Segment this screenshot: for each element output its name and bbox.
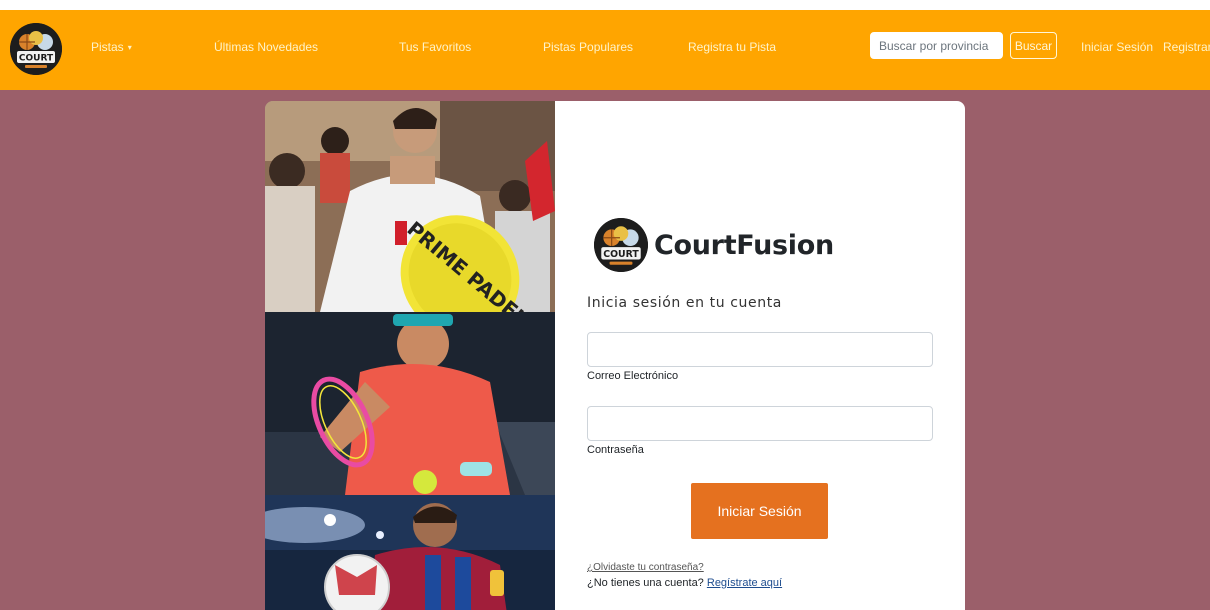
login-submit-button[interactable]: Iniciar Sesión — [691, 483, 828, 539]
nav-item-pistas-label: Pistas — [91, 40, 124, 54]
nav-register-link[interactable]: Registrarse — [1163, 40, 1210, 54]
photo-football-player — [265, 495, 555, 610]
nav-logo-text: COURT — [19, 54, 54, 64]
search-input[interactable] — [870, 32, 1003, 59]
caret-down-icon: ▾ — [127, 43, 132, 53]
forgot-password-link[interactable]: ¿Olvidaste tu contraseña? — [587, 562, 704, 573]
brand-name: CourtFusion — [654, 229, 834, 261]
brand: COURT CourtFusion — [594, 218, 834, 272]
nav-item-pistas-populares[interactable]: Pistas Populares — [543, 40, 633, 54]
photo-padel-player: PRIME PADEL — [265, 101, 555, 312]
top-navbar: COURT Pistas ▾ Últimas Novedades Tus Favo… — [0, 10, 1210, 90]
court-logo-icon: COURT — [594, 218, 648, 272]
login-card: PRIME PADEL COURT CourtFusion Inicia ses… — [265, 101, 965, 610]
nav-item-pistas[interactable]: Pistas ▾ — [91, 40, 132, 54]
nav-item-tus-favoritos[interactable]: Tus Favoritos — [399, 40, 471, 54]
register-prompt: ¿No tienes una cuenta? Regístrate aquí — [587, 577, 782, 589]
court-logo-icon[interactable]: COURT — [10, 23, 62, 75]
register-here-link[interactable]: Regístrate aquí — [707, 577, 782, 589]
nav-item-ultimas-novedades[interactable]: Últimas Novedades — [214, 40, 318, 54]
login-subtitle: Inicia sesión en tu cuenta — [587, 295, 782, 311]
photo-tennis-player — [265, 312, 555, 495]
main-area: PRIME PADEL COURT CourtFusion Inicia ses… — [0, 90, 1210, 610]
search-button[interactable]: Buscar — [1010, 32, 1057, 59]
password-label: Contraseña — [587, 444, 644, 456]
no-account-text: ¿No tienes una cuenta? — [587, 577, 704, 589]
email-field[interactable] — [587, 332, 933, 367]
email-label: Correo Electrónico — [587, 370, 679, 382]
nav-login-link[interactable]: Iniciar Sesión — [1081, 40, 1153, 54]
brand-logo-text: COURT — [603, 249, 639, 260]
nav-item-registra-tu-pista[interactable]: Registra tu Pista — [688, 40, 776, 54]
password-field[interactable] — [587, 406, 933, 441]
